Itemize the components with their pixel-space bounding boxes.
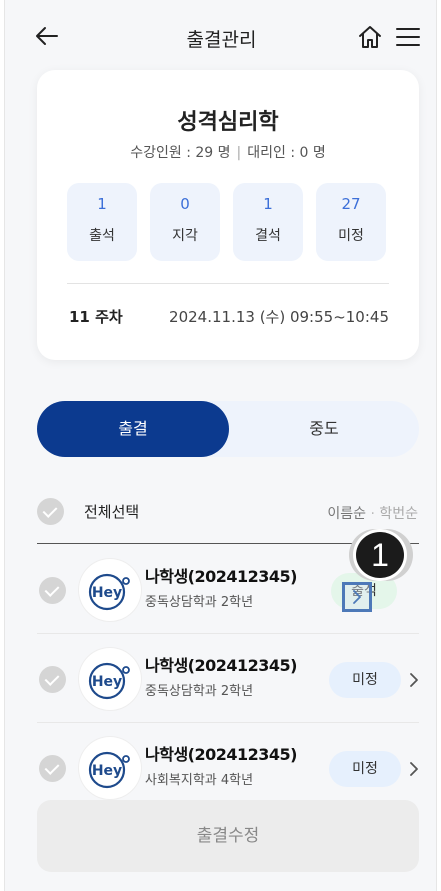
hey-logo-icon: Hey: [88, 573, 130, 611]
avatar: Hey: [79, 737, 141, 799]
step-callout-badge: 1: [353, 529, 407, 581]
divider: [37, 633, 419, 634]
stat-absent: 1 결석: [233, 183, 303, 261]
hey-logo-icon: Hey: [88, 662, 130, 700]
stat-late: 0 지각: [150, 183, 220, 261]
select-all-label: 전체선택: [84, 502, 140, 521]
chevron-right-icon[interactable]: [405, 758, 423, 780]
home-button[interactable]: [357, 24, 383, 50]
check-circle-icon[interactable]: [37, 497, 64, 525]
student-department: 중독상담학과 2학년: [145, 595, 254, 610]
sort-separator: ·: [370, 506, 375, 522]
tab-attendance[interactable]: 출결: [37, 401, 229, 457]
student-name: 나학생(202412345): [145, 567, 297, 586]
chevron-right-icon: [353, 590, 361, 604]
proxy-count: 대리인 : 0 명: [247, 145, 326, 161]
stat-label: 지각: [172, 228, 198, 244]
divider: [67, 283, 389, 284]
divider: [37, 722, 419, 723]
attendance-stats: 1 출석 0 지각 1 결석 27 미정: [67, 183, 389, 261]
stat-label: 출석: [89, 228, 115, 244]
sort-by-name[interactable]: 이름순: [327, 506, 366, 522]
stat-value: 0: [180, 195, 190, 213]
edit-attendance-button[interactable]: 출결수정: [37, 800, 419, 872]
list-item[interactable]: Hey 나학생(202412345) 사회복지학과 4학년 미정: [37, 725, 419, 811]
check-circle-icon[interactable]: [39, 755, 66, 782]
svg-text:Hey: Hey: [92, 674, 122, 690]
select-all[interactable]: 전체선택: [37, 496, 139, 526]
app-screen: 출결관리 성격심리학 수강인원 : 29 명 | 대리인 : 0 명 1 출석 0 …: [4, 0, 437, 891]
menu-button[interactable]: [395, 25, 421, 49]
sort-options: 이름순 · 학번순: [327, 503, 418, 523]
list-item[interactable]: Hey 나학생(202412345) 중독상담학과 2학년 미정: [37, 636, 419, 722]
hamburger-menu-icon: [396, 28, 420, 46]
tab-midterm[interactable]: 중도: [229, 401, 419, 457]
week-label: 11 주차: [69, 308, 123, 326]
student-name: 나학생(202412345): [145, 656, 297, 675]
student-department: 중독상담학과 2학년: [145, 684, 254, 699]
chevron-right-icon[interactable]: [405, 669, 423, 691]
stat-label: 결석: [255, 228, 281, 244]
hey-logo-icon: Hey: [88, 751, 130, 789]
status-badge[interactable]: 미정: [329, 751, 401, 787]
check-circle-icon[interactable]: [39, 666, 66, 693]
header: 출결관리: [5, 0, 436, 70]
course-info: 수강인원 : 29 명 | 대리인 : 0 명: [130, 145, 326, 161]
stat-present: 1 출석: [67, 183, 137, 261]
stat-value: 1: [263, 195, 273, 213]
sort-by-id[interactable]: 학번순: [379, 506, 418, 522]
row-detail-button[interactable]: [342, 582, 372, 612]
avatar: Hey: [79, 648, 141, 710]
stat-value: 1: [97, 195, 107, 213]
segment-control: 출결 중도: [37, 401, 419, 457]
stat-value: 27: [341, 195, 361, 213]
svg-text:Hey: Hey: [92, 763, 122, 779]
stat-undecided: 27 미정: [316, 183, 386, 261]
class-datetime: 2024.11.13 (수) 09:55~10:45: [169, 308, 389, 326]
student-department: 사회복지학과 4학년: [145, 773, 254, 788]
enrollment-count: 수강인원 : 29 명: [130, 145, 231, 161]
course-card: 성격심리학 수강인원 : 29 명 | 대리인 : 0 명 1 출석 0 지각 1 …: [37, 70, 419, 360]
stat-label: 미정: [338, 228, 364, 244]
svg-text:Hey: Hey: [92, 585, 122, 601]
course-name: 성격심리학: [177, 110, 279, 135]
check-circle-icon[interactable]: [39, 577, 66, 604]
status-badge[interactable]: 미정: [329, 662, 401, 698]
student-name: 나학생(202412345): [145, 745, 297, 764]
avatar: Hey: [79, 559, 141, 621]
home-icon: [359, 26, 381, 48]
